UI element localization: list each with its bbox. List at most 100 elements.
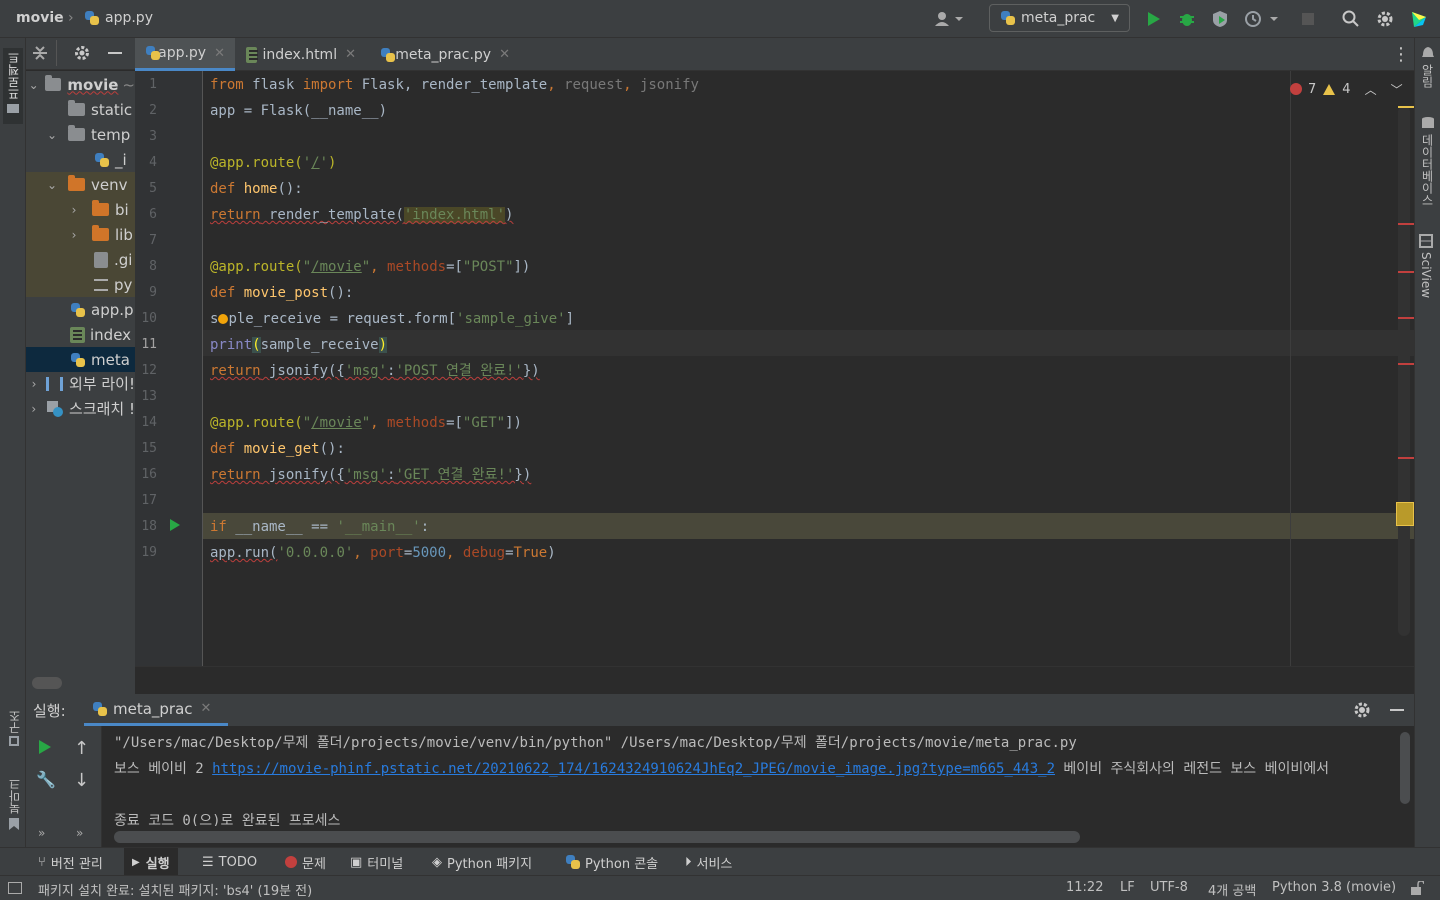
sciview-label: SciView [1419,252,1433,299]
status-message[interactable]: 패키지 설치 완료: 설치된 패키지: 'bs4' (19분 전) [38,880,312,899]
code-line: @app.route("/movie", methods=["POST"]) [210,259,531,275]
debug-icon[interactable] [1176,8,1198,30]
output-link[interactable]: https://movie-phinf.pstatic.net/20210622… [212,761,1055,777]
lock-icon[interactable] [1410,880,1425,899]
horizontal-scrollbar[interactable] [32,677,62,689]
tree-item-bin[interactable]: › bi [26,197,135,222]
output-text: 보스 베이비 2 [114,761,213,777]
notifications-tool-button[interactable]: 알림 [1419,46,1436,88]
tool-tab-python-packages[interactable]: ◈ Python 패키지 [424,848,540,876]
layers-icon: ◈ [432,854,442,870]
lightbulb-icon[interactable] [218,314,229,324]
vertical-scrollbar[interactable] [1398,106,1410,636]
run-icon[interactable] [1142,8,1164,30]
settings-gear-icon[interactable] [1374,8,1396,30]
tool-tab-terminal[interactable]: ▣ 터미널 [342,848,411,876]
close-icon[interactable]: ✕ [201,701,212,716]
jetbrains-logo-icon[interactable] [1408,8,1430,30]
run-gutter-icon[interactable] [169,519,181,535]
tree-item-app-py[interactable]: app.p [26,297,135,322]
user-icon[interactable] [930,8,966,30]
console-output[interactable]: "/Users/mac/Desktop/무제 폴더/projects/movie… [0,726,1396,826]
error-marker[interactable] [1398,317,1414,319]
toolbar-divider [56,40,57,66]
close-icon[interactable]: ✕ [499,47,510,62]
code-line: @app.route('/') [210,155,337,171]
console-vertical-scrollbar[interactable] [1400,732,1410,804]
stop-icon[interactable] [1297,8,1319,30]
breadcrumb-project[interactable]: movie [16,10,64,26]
error-marker[interactable] [1398,457,1414,459]
tool-tab-todo[interactable]: ☰ TODO [194,848,265,876]
tree-item-gitignore[interactable]: .gi [26,247,135,272]
line-number: 12 [141,363,157,378]
chevron-down-icon: ▼ [1111,12,1119,24]
folder-icon [92,200,109,216]
tree-item-static[interactable]: static [26,97,135,122]
tab-app-py[interactable]: app.py ✕ [135,38,235,71]
python-interpreter[interactable]: Python 3.8 (movie) [1272,880,1396,895]
warning-marker[interactable] [1398,106,1414,108]
error-icon [1290,83,1302,95]
coverage-icon[interactable] [1209,8,1231,30]
tree-item-meta-prac[interactable]: meta [26,347,135,372]
close-icon[interactable]: ✕ [214,46,225,61]
gear-icon[interactable] [74,45,90,65]
tool-tab-run[interactable]: ▶ 실행 [124,848,178,876]
python-icon [1000,10,1016,26]
tree-item-templates[interactable]: ⌄ temp [26,122,135,147]
tree-item-scratches[interactable]: › 스크래치 ! [26,396,135,421]
profile-icon[interactable] [1243,8,1279,30]
error-marker[interactable] [1398,271,1414,273]
output-text: 베이비 주식회사의 레전드 보스 베이비에서 [1055,761,1329,777]
hide-panel-icon[interactable] [1390,709,1404,711]
tool-tab-problems[interactable]: 문제 [277,848,334,876]
close-icon[interactable]: ✕ [345,47,356,62]
database-tool-button[interactable]: 데이터베이스 [1419,116,1436,206]
error-marker[interactable] [1398,223,1414,225]
line-separator[interactable]: LF [1120,880,1135,895]
tab-index-html[interactable]: index.html ✕ [236,38,366,71]
console-horizontal-scrollbar[interactable] [114,831,1080,843]
tool-tab-python-console[interactable]: Python 콘솔 [557,848,666,876]
collapse-all-icon[interactable] [32,45,48,65]
hide-panel-icon[interactable] [108,52,122,54]
toggle-panels-icon[interactable] [8,882,22,894]
chevron-down-icon[interactable]: ﹀ [1391,81,1403,98]
tree-item-external-libraries[interactable]: › 외부 라이! [26,371,135,396]
usage-marker[interactable] [1396,502,1414,526]
search-icon[interactable] [1340,8,1362,30]
tool-tab-services[interactable]: ⏵ 서비스 [677,848,740,876]
chevron-up-icon[interactable]: ︿ [1365,81,1377,98]
tree-item-pyvenv[interactable]: py [26,272,135,297]
more-icon[interactable]: ⋮ [1392,44,1410,65]
tree-item-lib[interactable]: › lib [26,222,135,247]
line-number: 4 [149,155,157,170]
more-right-icon[interactable]: » [76,826,83,840]
tree-item-venv[interactable]: ⌄ venv [26,172,135,197]
run-panel-title: 실행: [33,702,66,720]
line-number: 19 [141,545,157,560]
file-encoding[interactable]: UTF-8 [1150,880,1188,895]
run-tab-meta-prac[interactable]: meta_prac ✕ [84,694,228,726]
tree-item-movie[interactable]: ⌄ movie ~ [26,72,135,97]
breadcrumb-file[interactable]: app.py [105,10,153,26]
error-marker[interactable] [1398,363,1414,365]
gear-icon[interactable] [1353,701,1371,723]
tool-tab-version-control[interactable]: ⑂ 버전 관리 [30,848,111,876]
error-icon [285,856,297,868]
more-left-icon[interactable]: » [38,826,45,840]
run-config-selector[interactable]: meta_prac ▼ [989,4,1130,32]
tree-item-template-file[interactable]: _i [26,147,135,172]
project-tool-button[interactable]: 프로젝트 [3,48,23,124]
indent-setting[interactable]: 4개 공백 [1208,880,1256,899]
caret-position[interactable]: 11:22 [1066,880,1103,895]
tab-meta-prac-py[interactable]: meta_prac.py ✕ [370,38,520,71]
tree-item-index-html[interactable]: index [26,322,135,347]
tree-item-label: .gi [114,250,133,269]
error-stripe[interactable] [1396,106,1414,636]
tree-item-label: _i [115,150,127,169]
inspections-widget[interactable]: 7 4 ︿ ﹀ [1290,79,1403,99]
sciview-tool-button[interactable]: SciView [1419,234,1433,298]
html-file-icon [246,46,259,63]
